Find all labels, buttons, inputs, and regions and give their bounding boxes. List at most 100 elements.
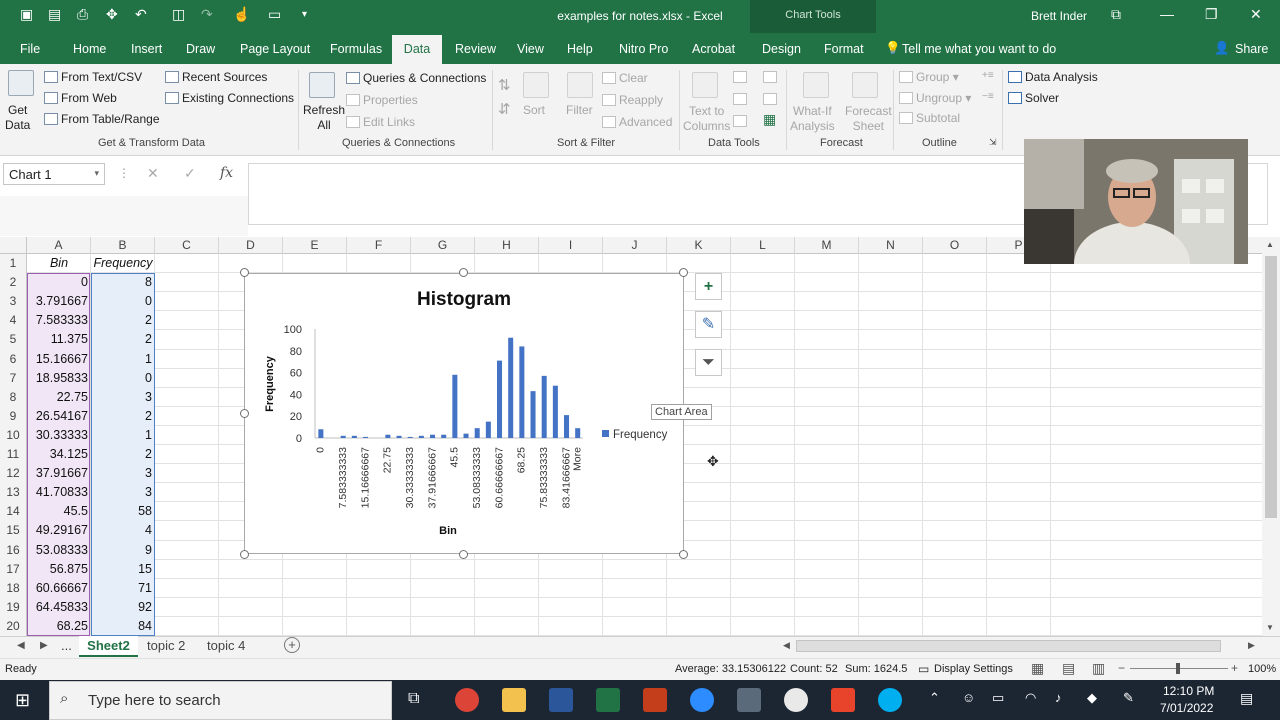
column-header-j[interactable]: J (603, 237, 667, 254)
bin-cell[interactable]: 11.375 (27, 332, 88, 346)
excel-icon[interactable] (596, 688, 620, 712)
page-layout-view-icon[interactable]: ▤ (1062, 660, 1075, 677)
touch-icon[interactable]: ☝ (233, 6, 250, 23)
frequency-cell[interactable]: Frequency (91, 256, 155, 270)
scroll-left-arrow-icon[interactable]: ◀ (783, 640, 790, 651)
tab-insert[interactable]: Insert (131, 42, 162, 56)
text-to-columns-button[interactable]: Text to Columns (683, 104, 730, 134)
task-view-icon[interactable]: ⧉ (408, 690, 419, 708)
row-header-4[interactable]: 4 (0, 313, 26, 327)
frequency-cell[interactable]: 71 (91, 581, 152, 595)
select-all-button[interactable] (0, 237, 27, 254)
column-header-c[interactable]: C (155, 237, 219, 254)
bin-cell[interactable]: 30.33333 (27, 428, 88, 442)
frequency-cell[interactable]: 92 (91, 600, 152, 614)
pen-icon[interactable]: ✎ (1123, 690, 1134, 706)
row-header-10[interactable]: 10 (0, 428, 26, 442)
frequency-cell[interactable]: 0 (91, 371, 152, 385)
frequency-cell[interactable]: 3 (91, 390, 152, 404)
bin-cell[interactable]: 56.875 (27, 562, 88, 576)
sheet-tab-sheet2[interactable]: Sheet2 (79, 636, 138, 657)
bin-cell[interactable]: 0 (27, 275, 88, 289)
sheet-tab-topic-4[interactable]: topic 4 (207, 638, 245, 653)
row-header-19[interactable]: 19 (0, 600, 26, 614)
tell-me-search[interactable]: Tell me what you want to do (902, 42, 1056, 56)
refresh-all-button[interactable]: Refresh All (303, 103, 345, 133)
restore-button[interactable]: ❐ (1205, 6, 1218, 23)
page-break-view-icon[interactable]: ▥ (1092, 660, 1105, 677)
cancel-icon[interactable]: ✕ (147, 165, 159, 182)
frequency-cell[interactable]: 0 (91, 294, 152, 308)
new-sheet-button[interactable]: + (284, 637, 300, 653)
chart-elements-button[interactable]: + (695, 273, 722, 300)
bin-cell[interactable]: 41.70833 (27, 485, 88, 499)
data-validation-icon[interactable] (733, 114, 750, 128)
undo-icon[interactable]: ↶ (135, 6, 147, 23)
insert-function-icon[interactable]: fx (220, 165, 233, 181)
close-button[interactable]: ✕ (1250, 6, 1262, 23)
consolidate-icon[interactable] (763, 70, 780, 84)
skype-icon[interactable] (878, 688, 902, 712)
column-header-k[interactable]: K (667, 237, 731, 254)
what-if-analysis-button[interactable]: What-If Analysis (790, 104, 835, 134)
zoom-slider-thumb[interactable] (1176, 663, 1180, 674)
subtotal-button[interactable]: Subtotal (899, 111, 960, 125)
tab-acrobat[interactable]: Acrobat (692, 42, 735, 56)
flash-fill-icon[interactable] (733, 70, 750, 84)
row-header-13[interactable]: 13 (0, 485, 26, 499)
user-name[interactable]: Brett Inder (1031, 9, 1087, 23)
row-header-2[interactable]: 2 (0, 275, 26, 289)
bin-cell[interactable]: 60.66667 (27, 581, 88, 595)
people-icon[interactable]: ☺ (962, 690, 975, 705)
existing-connections-button[interactable]: Existing Connections (165, 91, 294, 105)
frequency-cell[interactable]: 2 (91, 332, 152, 346)
more-sheets-button[interactable]: ... (61, 638, 72, 653)
zoom-icon[interactable] (690, 688, 714, 712)
resize-handle[interactable] (459, 268, 468, 277)
column-header-m[interactable]: M (795, 237, 859, 254)
frequency-cell[interactable]: 1 (91, 428, 152, 442)
bin-cell[interactable]: 15.16667 (27, 352, 88, 366)
frequency-cell[interactable]: 3 (91, 466, 152, 480)
ungroup-button[interactable]: Ungroup ▾ (899, 91, 971, 105)
column-header-l[interactable]: L (731, 237, 795, 254)
tab-help[interactable]: Help (567, 42, 593, 56)
vertical-scroll-thumb[interactable] (1265, 256, 1277, 518)
sort-az-icon[interactable]: ⇅ (498, 76, 511, 94)
open-icon[interactable]: ▭ (268, 6, 281, 23)
resize-handle[interactable] (240, 409, 249, 418)
tab-home[interactable]: Home (73, 42, 106, 56)
search-placeholder[interactable]: Type here to search (88, 692, 221, 709)
tab-nitro-pro[interactable]: Nitro Pro (619, 42, 668, 56)
zoom-in-icon[interactable]: + (1231, 661, 1238, 675)
calculator-icon[interactable] (737, 688, 761, 712)
resize-handle[interactable] (240, 550, 249, 559)
outline-launcher-icon[interactable]: ⇲ (989, 137, 997, 148)
redo-icon[interactable]: ↷ (201, 6, 213, 23)
tab-file[interactable]: File (20, 42, 40, 56)
hide-detail-icon[interactable]: −≡ (982, 91, 994, 102)
frequency-cell[interactable]: 1 (91, 352, 152, 366)
row-header-12[interactable]: 12 (0, 466, 26, 480)
row-header-8[interactable]: 8 (0, 390, 26, 404)
print-preview-icon[interactable]: ⎙ (77, 6, 88, 23)
zoom-level[interactable]: 100% (1248, 663, 1276, 675)
advanced-button[interactable]: Advanced (602, 115, 672, 129)
bin-cell[interactable]: Bin (27, 256, 91, 270)
tab-review[interactable]: Review (455, 42, 496, 56)
bin-cell[interactable]: 64.45833 (27, 600, 88, 614)
tab-format[interactable]: Format (824, 42, 864, 56)
row-header-15[interactable]: 15 (0, 523, 26, 537)
from-web-button[interactable]: From Web (44, 91, 117, 105)
column-header-o[interactable]: O (923, 237, 987, 254)
resize-handle[interactable] (459, 550, 468, 559)
resize-handle[interactable] (240, 268, 249, 277)
sheet-tab-topic-2[interactable]: topic 2 (147, 638, 185, 653)
row-header-7[interactable]: 7 (0, 371, 26, 385)
customize-qat-icon[interactable]: ▾ (302, 9, 307, 20)
bin-cell[interactable]: 49.29167 (27, 523, 88, 537)
tab-view[interactable]: View (517, 42, 544, 56)
battery-icon[interactable]: ▭ (992, 690, 1004, 706)
data-analysis-button[interactable]: Data Analysis (1008, 70, 1098, 84)
column-header-a[interactable]: A (27, 237, 91, 254)
